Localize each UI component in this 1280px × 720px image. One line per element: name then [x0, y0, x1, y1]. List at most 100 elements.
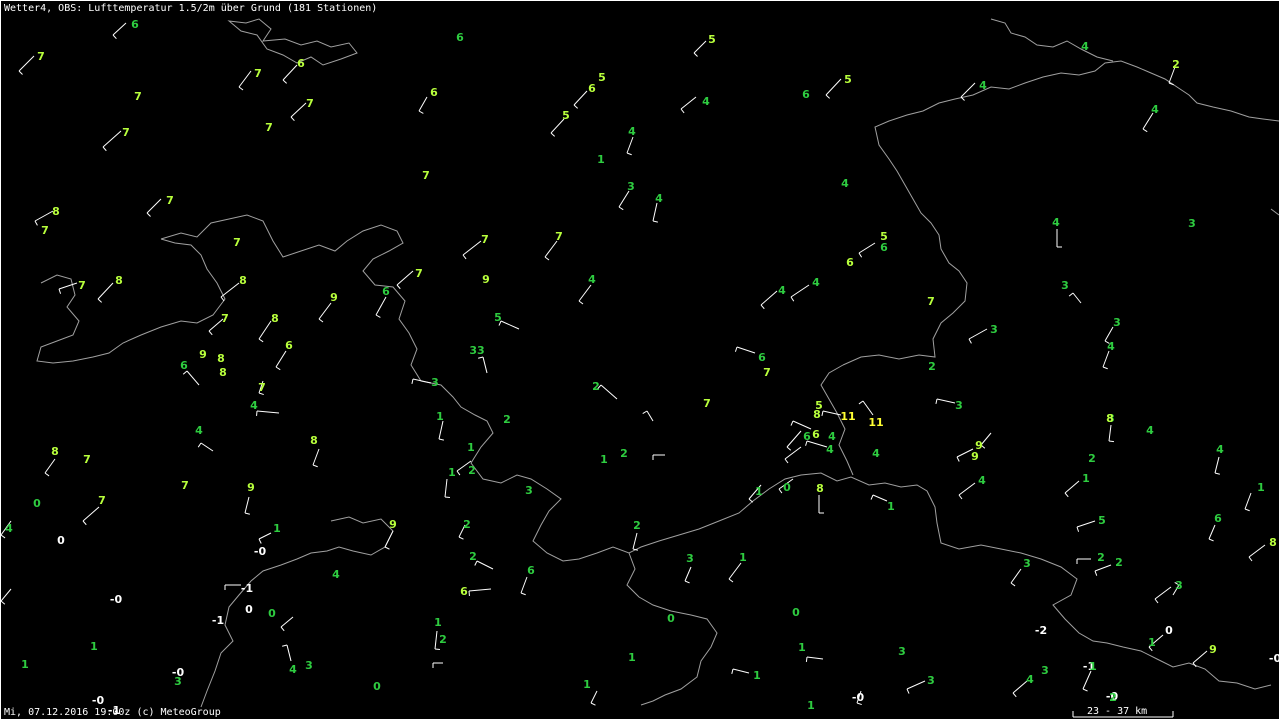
station-temperature[interactable]: 1	[273, 522, 281, 535]
station-temperature[interactable]: 3	[1023, 557, 1031, 570]
station-temperature[interactable]: 2	[503, 413, 511, 426]
station-temperature[interactable]: 7	[134, 90, 142, 103]
station-temperature[interactable]: 1	[753, 669, 761, 682]
station-temperature[interactable]: 6	[460, 585, 468, 598]
station-temperature[interactable]: 3	[305, 659, 313, 672]
station-temperature[interactable]: 0	[1165, 624, 1173, 637]
station-temperature[interactable]: 4	[872, 447, 880, 460]
station-temperature[interactable]: 4	[588, 273, 596, 286]
station-temperature[interactable]: 7	[221, 312, 229, 325]
station-temperature[interactable]: 7	[233, 236, 241, 249]
station-temperature[interactable]: 1	[1082, 472, 1090, 485]
station-temperature[interactable]: 3	[898, 645, 906, 658]
station-temperature[interactable]: 7	[122, 126, 130, 139]
station-temperature[interactable]: 1	[90, 640, 98, 653]
station-temperature[interactable]: 2	[439, 633, 447, 646]
station-temperature[interactable]: 1	[434, 616, 442, 629]
station-temperature[interactable]: 4	[195, 424, 203, 437]
station-temperature[interactable]: 5	[494, 311, 502, 324]
station-temperature[interactable]: 4	[828, 430, 836, 443]
station-temperature[interactable]: 8	[816, 482, 824, 495]
station-temperature[interactable]: 6	[812, 428, 820, 441]
station-temperature[interactable]: 8	[115, 274, 123, 287]
station-temperature[interactable]: 7	[927, 295, 935, 308]
station-temperature[interactable]: 2	[468, 464, 476, 477]
station-temperature[interactable]: 7	[481, 233, 489, 246]
station-temperature[interactable]: 11	[840, 410, 855, 423]
station-temperature[interactable]: 7	[78, 279, 86, 292]
station-temperature[interactable]: -0	[852, 691, 865, 704]
station-temperature[interactable]: 4	[1052, 216, 1060, 229]
station-temperature[interactable]: 0	[33, 497, 41, 510]
station-temperature[interactable]: 8	[239, 274, 247, 287]
station-temperature[interactable]: 2	[928, 360, 936, 373]
station-temperature[interactable]: 1	[628, 651, 636, 664]
station-temperature[interactable]: 6	[880, 241, 888, 254]
station-temperature[interactable]: 5	[1098, 514, 1106, 527]
station-temperature[interactable]: 4	[978, 474, 986, 487]
station-temperature[interactable]: 8	[219, 366, 227, 379]
station-temperature[interactable]: 7	[555, 230, 563, 243]
station-temperature[interactable]: 5	[598, 71, 606, 84]
station-temperature[interactable]: 2	[592, 380, 600, 393]
station-temperature[interactable]: 2	[1115, 556, 1123, 569]
station-temperature[interactable]: 1	[600, 453, 608, 466]
station-temperature[interactable]: 6	[297, 57, 305, 70]
station-temperature[interactable]: 4	[628, 125, 636, 138]
station-temperature[interactable]: 3	[990, 323, 998, 336]
station-temperature[interactable]: 4	[1146, 424, 1154, 437]
station-temperature[interactable]: 2	[1172, 58, 1180, 71]
station-temperature[interactable]: 1	[887, 500, 895, 513]
station-temperature[interactable]: 3	[927, 674, 935, 687]
station-temperature[interactable]: 8	[1106, 412, 1114, 425]
station-temperature[interactable]: 7	[37, 50, 45, 63]
station-temperature[interactable]: 1	[467, 441, 475, 454]
station-temperature[interactable]: 3	[627, 180, 635, 193]
station-temperature[interactable]: 4	[1081, 40, 1089, 53]
station-temperature[interactable]: 7	[703, 397, 711, 410]
station-temperature[interactable]: -1	[241, 582, 253, 595]
station-temperature[interactable]: 0	[373, 680, 381, 693]
station-temperature[interactable]: 1	[436, 410, 444, 423]
station-temperature[interactable]: 4	[5, 522, 13, 535]
station-temperature[interactable]: 6	[588, 82, 596, 95]
station-temperature[interactable]: 4	[289, 663, 297, 676]
station-temperature[interactable]: 9	[389, 518, 397, 531]
station-temperature[interactable]: 2	[1109, 691, 1117, 704]
station-temperature[interactable]: 4	[702, 95, 710, 108]
station-temperature[interactable]: 4	[826, 443, 834, 456]
station-temperature[interactable]: 0	[268, 607, 276, 620]
station-temperature[interactable]: 8	[52, 205, 60, 218]
station-temperature[interactable]: 7	[415, 267, 423, 280]
station-temperature[interactable]: 8	[271, 312, 279, 325]
station-temperature[interactable]: 4	[778, 284, 786, 297]
station-temperature[interactable]: 5	[708, 33, 716, 46]
station-temperature[interactable]: 2	[469, 550, 477, 563]
station-temperature[interactable]: 4	[1216, 443, 1224, 456]
station-temperature[interactable]: 4	[332, 568, 340, 581]
station-temperature[interactable]: 6	[802, 88, 810, 101]
station-temperature[interactable]: 7	[41, 224, 49, 237]
station-temperature[interactable]: 4	[841, 177, 849, 190]
station-temperature[interactable]: 6	[527, 564, 535, 577]
station-temperature[interactable]: 0	[245, 603, 253, 616]
station-temperature[interactable]: 6	[131, 18, 139, 31]
station-temperature[interactable]: -2	[1035, 624, 1047, 637]
station-temperature[interactable]: 2	[463, 518, 471, 531]
weather-map[interactable]: 6765767765654657741473448777775664342447…	[0, 0, 1280, 720]
station-temperature[interactable]: 9	[482, 273, 490, 286]
station-temperature[interactable]: 4	[655, 192, 663, 205]
station-temperature[interactable]: 8	[813, 408, 821, 421]
station-temperature[interactable]: 0	[783, 481, 791, 494]
station-temperature[interactable]: 4	[979, 79, 987, 92]
station-temperature[interactable]: 6	[180, 359, 188, 372]
station-temperature[interactable]: 4	[1151, 103, 1159, 116]
station-temperature[interactable]: 6	[1214, 512, 1222, 525]
station-temperature[interactable]: 1	[1257, 481, 1265, 494]
station-temperature[interactable]: 1	[807, 699, 815, 712]
station-temperature[interactable]: 1	[798, 641, 806, 654]
station-temperature[interactable]: 3	[1113, 316, 1121, 329]
station-temperature[interactable]: 6	[430, 86, 438, 99]
station-temperature[interactable]: 3	[955, 399, 963, 412]
station-temperature[interactable]: 4	[1107, 340, 1115, 353]
